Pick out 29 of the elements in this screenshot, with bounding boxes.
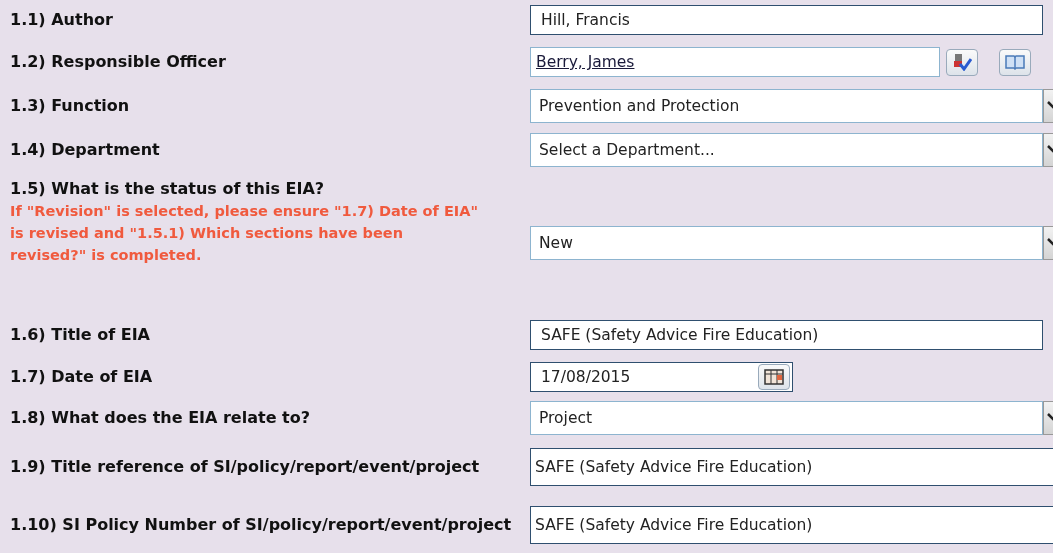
text-field[interactable]: SAFE (Safety Advice Fire Education) (530, 448, 1053, 486)
warning-note: If "Revision" is selected, please ensure "1.7) Date of EIA" is revised and "1.5.1) Which sections have been revised?" is completed. (10, 202, 479, 265)
address-book-button[interactable] (999, 48, 1031, 76)
field-label: 1.5) What is the status of this EIA? (10, 178, 326, 200)
field-label: 1.3) Function (10, 95, 131, 117)
dropdown-field[interactable]: Select a Department... (530, 133, 1043, 167)
person-check-icon (952, 53, 972, 71)
field-label: 1.8) What does the EIA relate to? (10, 407, 311, 429)
text-field[interactable]: Hill, Francis (530, 5, 1043, 35)
check-names-button[interactable] (946, 48, 978, 76)
book-icon (1005, 54, 1025, 70)
field-label: 1.10) SI Policy Number of SI/policy/report/event/project (10, 513, 513, 536)
field-label: 1.6) Title of EIA (10, 324, 151, 346)
field-label: 1.4) Department (10, 139, 161, 161)
text-field[interactable]: SAFE (Safety Advice Fire Education) (530, 505, 1053, 544)
calendar-button[interactable] (758, 364, 790, 390)
date-value: 17/08/2015 (541, 368, 631, 386)
dropdown-field[interactable]: Prevention and Protection (530, 89, 1043, 123)
text-field[interactable]: SAFE (Safety Advice Fire Education) (530, 320, 1043, 350)
officer-field[interactable]: Berry, James (530, 47, 940, 77)
field-label: 1.7) Date of EIA (10, 366, 154, 388)
calendar-icon (764, 369, 784, 385)
field-label: 1.1) Author (10, 9, 114, 31)
dropdown-field[interactable]: New (530, 226, 1043, 260)
field-label: 1.2) Responsible Officer (10, 51, 227, 73)
date-field[interactable]: 17/08/2015 (530, 362, 793, 392)
dropdown-field[interactable]: Project (530, 401, 1043, 435)
officer-link[interactable]: Berry, James (536, 53, 635, 71)
field-label: 1.9) Title reference of SI/policy/report/event/project (10, 456, 481, 478)
